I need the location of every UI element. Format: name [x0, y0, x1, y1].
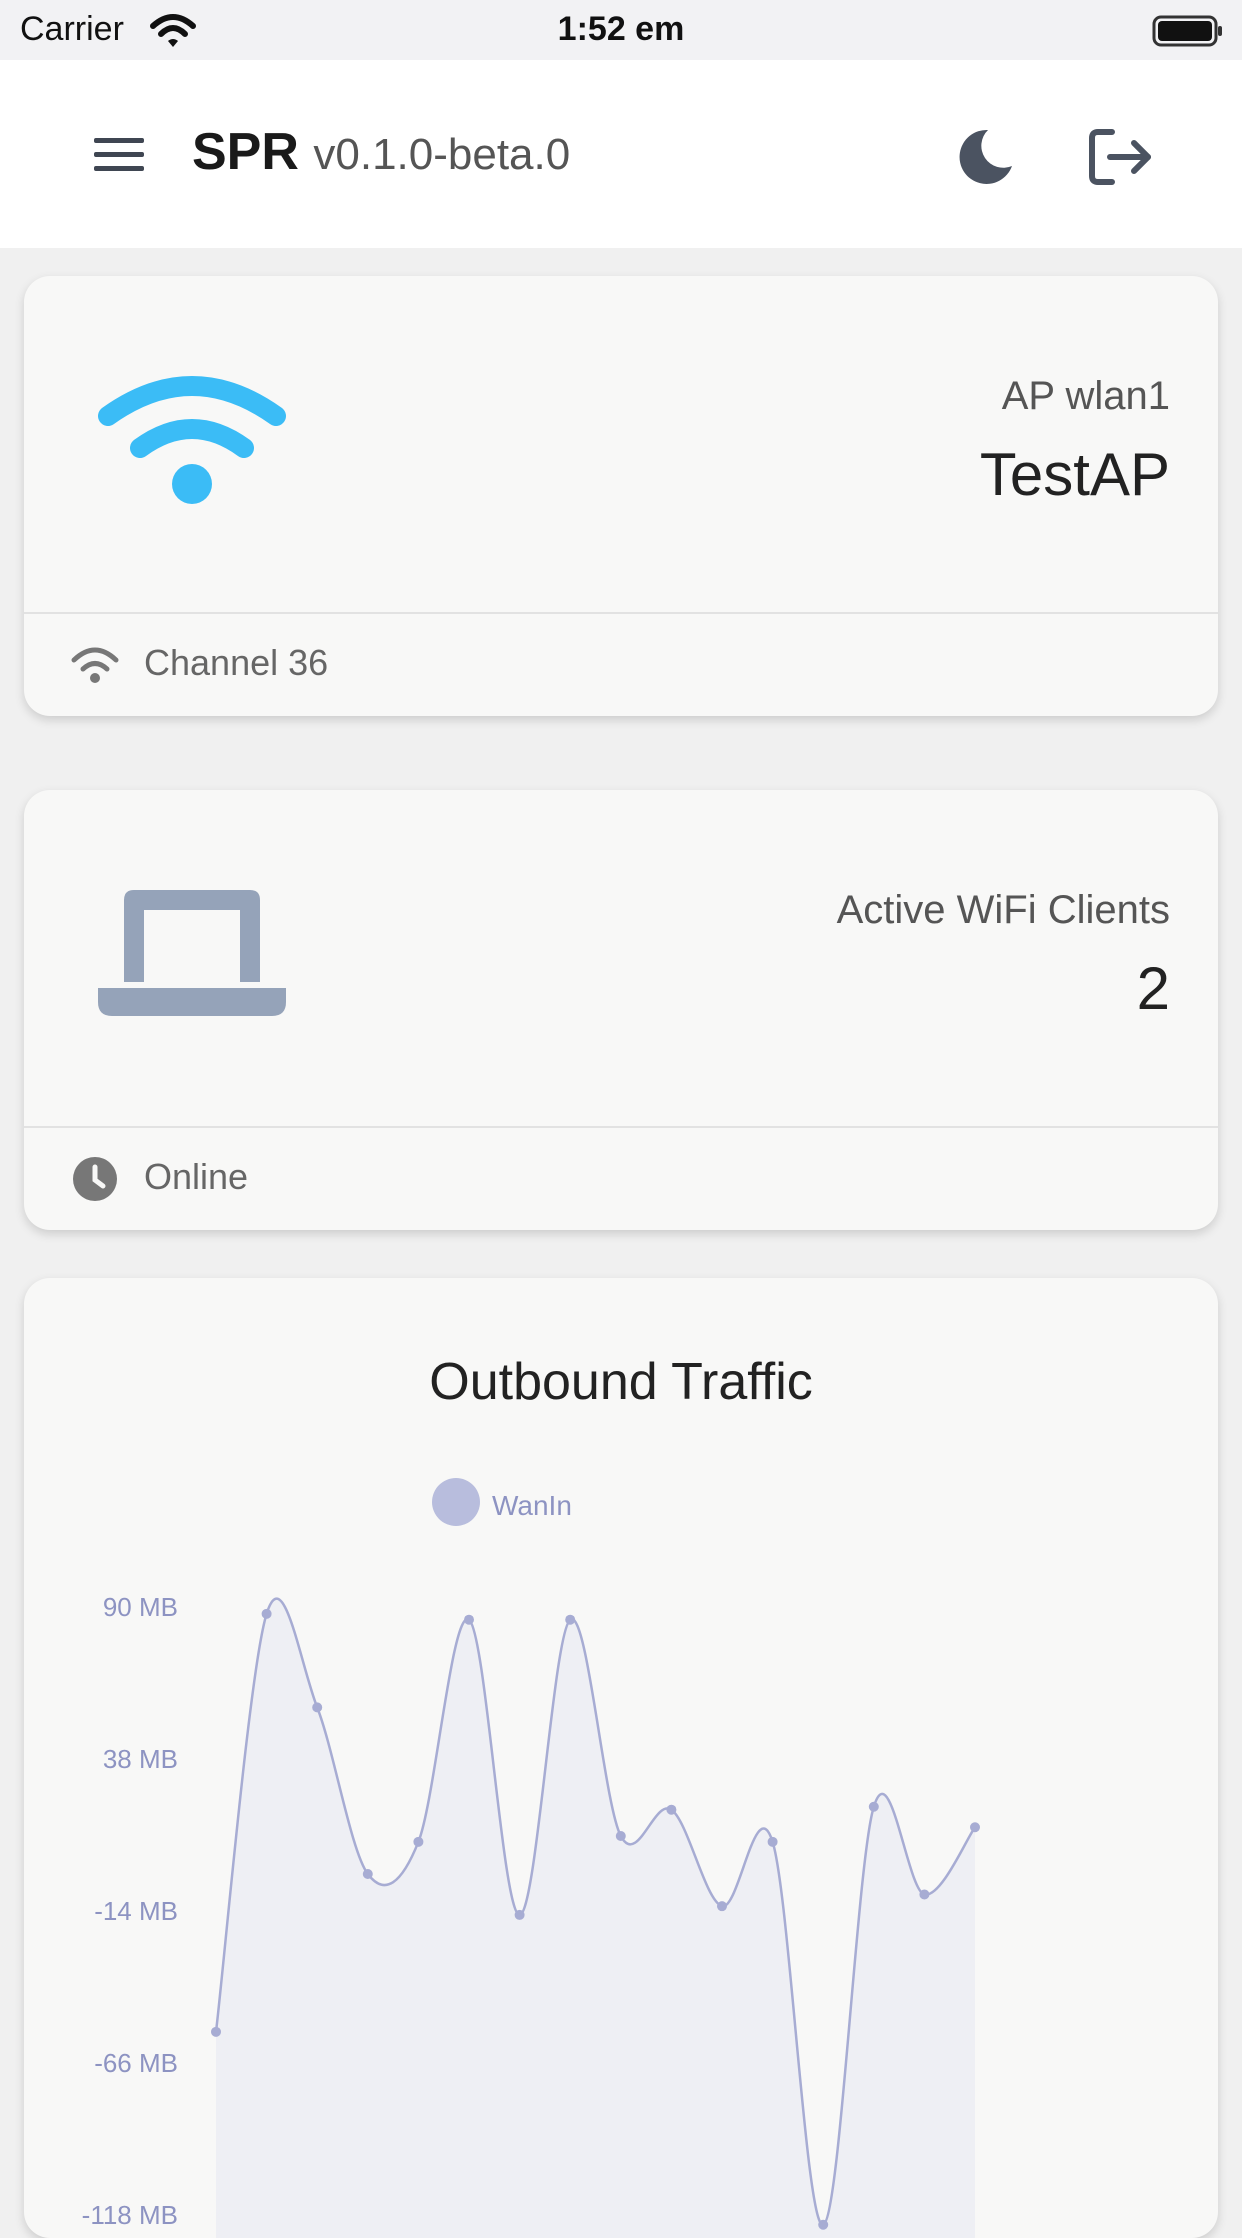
data-point[interactable]	[717, 1901, 727, 1912]
data-point[interactable]	[514, 1909, 525, 1920]
wifi-icon	[71, 647, 119, 683]
status-text: Online	[144, 1156, 249, 1197]
traffic-card: Outbound Traffic WanIn 90 MB 38 MB -14 M…	[24, 1278, 1218, 2238]
data-point[interactable]	[615, 1831, 626, 1841]
data-point[interactable]	[413, 1836, 424, 1847]
data-point[interactable]	[919, 1889, 930, 1900]
clients-label: Active WiFi Clients	[836, 888, 1170, 932]
data-point[interactable]	[666, 1804, 677, 1815]
clients-count: 2	[1136, 955, 1170, 1022]
laptop-icon	[98, 890, 286, 1016]
status-bar: Carrier 1:52 em	[0, 0, 1242, 60]
app-version: v0.1.0-beta.0	[313, 130, 571, 179]
data-point[interactable]	[767, 1836, 778, 1847]
ap-name: TestAP	[979, 441, 1170, 508]
ap-card-footer: Channel 36	[24, 612, 1218, 716]
series-area-fill	[216, 1598, 975, 2238]
data-point[interactable]	[312, 1702, 323, 1713]
data-point[interactable]	[464, 1614, 474, 1625]
channel-text: Channel 36	[144, 642, 329, 683]
app-name: SPR	[192, 123, 299, 181]
moon-icon[interactable]	[954, 126, 1016, 188]
clients-card: Active WiFi Clients 2 Online	[24, 790, 1218, 1230]
battery-icon	[1152, 15, 1222, 47]
clock-icon	[73, 1157, 117, 1201]
data-point[interactable]	[565, 1614, 576, 1625]
top-navbar: SPR v0.1.0-beta.0	[0, 60, 1242, 248]
data-point[interactable]	[868, 1801, 879, 1812]
data-point[interactable]	[818, 2219, 829, 2230]
ap-label: AP wlan1	[1001, 374, 1170, 418]
wifi-icon	[98, 376, 286, 504]
logout-icon[interactable]	[1088, 126, 1154, 188]
menu-icon[interactable]	[92, 134, 146, 174]
ap-card: AP wlan1 TestAP Channel 36	[24, 276, 1218, 716]
clients-card-footer: Online	[24, 1126, 1218, 1230]
app-title: SPR v0.1.0-beta.0	[192, 122, 570, 182]
clock-time: 1:52 em	[557, 10, 685, 48]
data-point[interactable]	[970, 1822, 980, 1833]
data-point[interactable]	[261, 1608, 272, 1619]
data-point[interactable]	[211, 2026, 221, 2037]
traffic-chart	[211, 1597, 980, 2238]
data-point[interactable]	[362, 1869, 373, 1879]
